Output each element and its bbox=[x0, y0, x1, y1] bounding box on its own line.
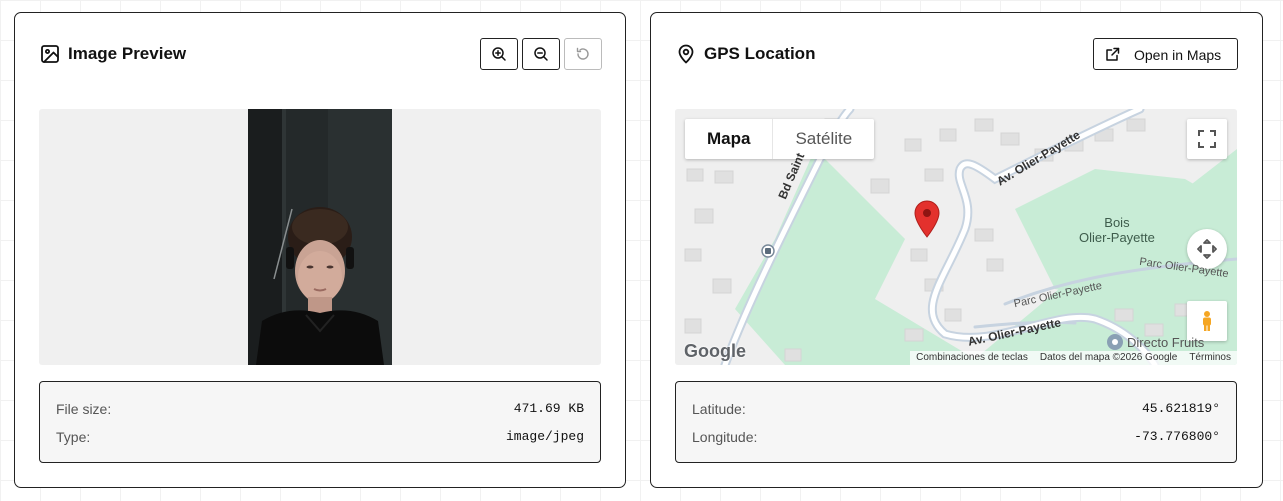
map-type-control: Mapa Satélite bbox=[685, 119, 875, 159]
latitude-value: 45.621819° bbox=[1141, 401, 1220, 416]
latitude-label: Latitude: bbox=[692, 401, 746, 417]
zoom-out-icon bbox=[533, 46, 549, 62]
zoom-in-button[interactable] bbox=[480, 38, 518, 70]
google-logo-text: Google bbox=[684, 341, 746, 361]
image-preview-header: Image Preview bbox=[15, 13, 625, 95]
gps-info-box: Latitude: 45.621819° Longitude: -73.7768… bbox=[675, 381, 1237, 463]
file-size-row: File size: 471.69 KB bbox=[40, 399, 600, 419]
open-in-maps-button[interactable]: Open in Maps bbox=[1093, 38, 1238, 70]
map-data-text: Datos del mapa ©2026 Google bbox=[1039, 352, 1178, 363]
image-icon bbox=[40, 44, 60, 64]
image-preview-title: Image Preview bbox=[68, 44, 187, 63]
reset-icon bbox=[575, 46, 591, 62]
zoom-in-icon bbox=[491, 46, 507, 62]
map-attribution: Combinaciones de teclas Datos del mapa ©… bbox=[910, 351, 1237, 365]
gps-location-card: GPS Location Open in Maps Mapa Satélite … bbox=[650, 12, 1263, 488]
google-logo: Google bbox=[684, 341, 746, 362]
file-type-row: Type: image/jpeg bbox=[40, 427, 600, 447]
gps-location-title: GPS Location bbox=[704, 44, 816, 63]
map-view[interactable]: Mapa Satélite Bois Olier-Payette Av. Oli… bbox=[675, 109, 1237, 365]
file-type-value: image/jpeg bbox=[505, 429, 584, 444]
fullscreen-icon bbox=[1196, 128, 1218, 150]
location-pin-icon[interactable] bbox=[913, 200, 941, 238]
fullscreen-button[interactable] bbox=[1187, 119, 1227, 159]
terms-link[interactable]: Términos bbox=[1189, 351, 1231, 365]
latitude-row: Latitude: 45.621819° bbox=[676, 399, 1236, 419]
map-pin-icon bbox=[676, 44, 696, 64]
longitude-value: -73.776800° bbox=[1134, 429, 1220, 444]
preview-photo bbox=[248, 109, 392, 365]
map-type-tab-mapa[interactable]: Mapa bbox=[685, 119, 774, 159]
pan-arrows-icon bbox=[1196, 238, 1218, 260]
keyboard-shortcuts-link[interactable]: Combinaciones de teclas bbox=[916, 351, 1028, 365]
zoom-out-button[interactable] bbox=[522, 38, 560, 70]
reset-zoom-button[interactable] bbox=[564, 38, 602, 70]
image-preview-card: Image Preview File size: 471.69 KB Type:… bbox=[14, 12, 626, 488]
image-preview-area bbox=[39, 109, 601, 365]
file-size-label: File size: bbox=[56, 401, 112, 417]
park-label-text: Bois Olier-Payette bbox=[1079, 215, 1155, 245]
longitude-row: Longitude: -73.776800° bbox=[676, 427, 1236, 447]
image-info-box: File size: 471.69 KB Type: image/jpeg bbox=[39, 381, 601, 463]
gps-location-header: GPS Location Open in Maps bbox=[651, 13, 1262, 95]
open-in-maps-label: Open in Maps bbox=[1134, 47, 1222, 63]
external-link-icon bbox=[1106, 47, 1120, 61]
file-size-value: 471.69 KB bbox=[513, 401, 584, 416]
park-label: Bois Olier-Payette bbox=[1079, 215, 1155, 245]
map-type-tab-satellite[interactable]: Satélite bbox=[773, 119, 874, 159]
pegman-icon bbox=[1196, 310, 1218, 332]
longitude-label: Longitude: bbox=[692, 429, 758, 445]
poi-label-directo-fruits[interactable]: Directo Fruits bbox=[1127, 335, 1204, 350]
file-type-label: Type: bbox=[56, 429, 91, 445]
